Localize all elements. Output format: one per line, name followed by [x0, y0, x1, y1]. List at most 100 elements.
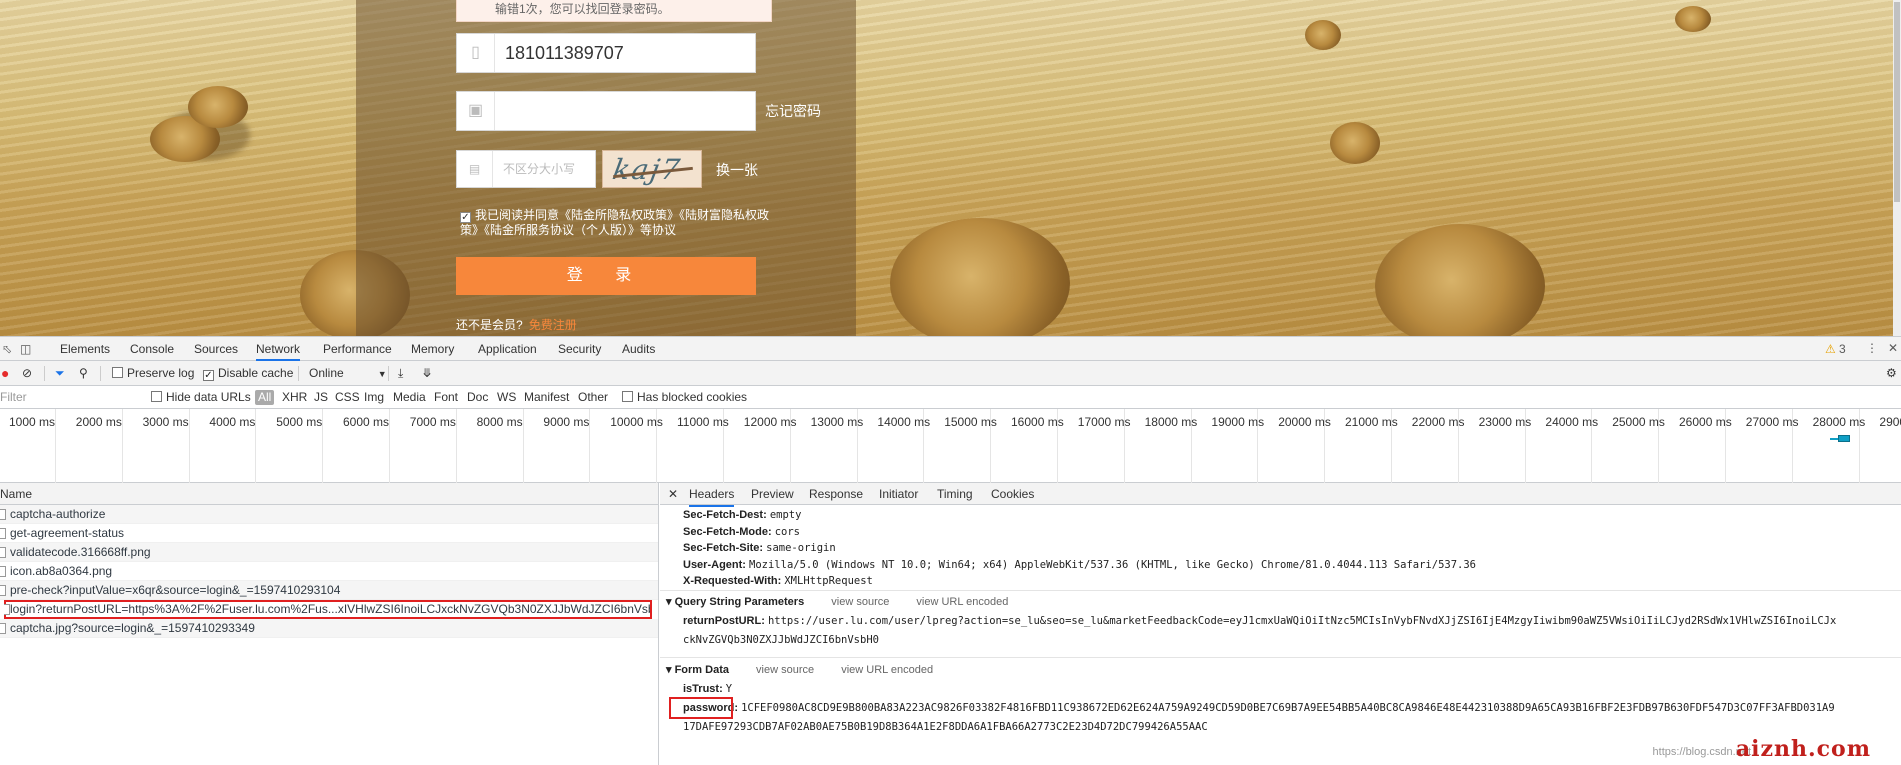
record-icon[interactable]: ● — [1, 361, 9, 385]
form-view-url-encoded-link[interactable]: view URL encoded — [841, 664, 933, 676]
throttling-select[interactable]: Online ▼ — [309, 361, 387, 386]
file-icon — [0, 528, 6, 539]
disable-cache-checkbox[interactable]: ✓ Disable cache — [203, 361, 293, 385]
warning-icon[interactable]: ⚠ — [1825, 342, 1836, 356]
close-details-icon[interactable]: ✕ — [668, 483, 678, 505]
hay-bale-image — [1375, 224, 1545, 336]
tab-console[interactable]: Console — [130, 337, 174, 361]
tab-cookies[interactable]: Cookies — [991, 483, 1034, 505]
file-icon — [0, 585, 6, 596]
query-string-section[interactable]: ▾ Query String Parameters view source vi… — [666, 595, 1008, 608]
timeline-label: 22000 ms — [1411, 415, 1465, 429]
filter-input[interactable]: Filter — [0, 386, 140, 408]
captcha-input[interactable]: ▤ 不区分大小写 — [456, 150, 596, 188]
header-name: Sec-Fetch-Site: — [683, 542, 764, 554]
timeline-label: 26000 ms — [1679, 415, 1732, 429]
settings-gear-icon[interactable]: ⚙ — [1886, 361, 1897, 385]
request-name: get-agreement-status — [10, 526, 125, 540]
preserve-log-checkbox[interactable]: Preserve log — [112, 361, 194, 385]
hide-data-urls-checkbox[interactable]: Hide data URLs — [151, 386, 251, 408]
request-name: icon.ab8a0364.png — [10, 564, 113, 578]
login-button[interactable]: 登 录 — [456, 257, 756, 295]
close-icon[interactable]: ✕ — [1888, 341, 1898, 355]
filter-type-all[interactable]: All — [255, 390, 275, 405]
filter-type-css[interactable]: CSS — [335, 386, 360, 408]
not-member-text: 还不是会员? — [456, 318, 523, 332]
file-icon — [0, 509, 6, 520]
timeline-gridline — [589, 409, 591, 483]
timeline-label: 20000 ms — [1278, 415, 1331, 429]
tab-initiator[interactable]: Initiator — [879, 483, 918, 505]
import-har-icon[interactable]: ⤓ — [398, 361, 403, 385]
query-param-row-continued: ckNvZGVQb3N0ZXJJbWdJZCI6bnVsbH0 — [683, 634, 879, 646]
table-row[interactable]: captcha-authorize — [0, 505, 658, 524]
request-header-row: Sec-Fetch-Mode: cors — [683, 526, 800, 538]
request-name: login?returnPostURL=https%3A%2F%2Fuser.l… — [10, 602, 652, 616]
form-view-source-link[interactable]: view source — [756, 664, 814, 676]
filter-type-ws[interactable]: WS — [497, 386, 516, 408]
tab-network[interactable]: Network — [256, 337, 301, 361]
tab-memory[interactable]: Memory — [411, 337, 454, 361]
captcha-image[interactable]: kaj7 — [602, 150, 702, 188]
phone-input[interactable]: ▯ 181011389707 — [456, 33, 756, 73]
filter-type-other[interactable]: Other — [578, 386, 608, 408]
tab-response[interactable]: Response — [809, 483, 863, 505]
tab-audits[interactable]: Audits — [622, 337, 655, 361]
register-link[interactable]: 免费注册 — [529, 318, 577, 332]
tab-application[interactable]: Application — [478, 337, 537, 361]
tab-preview[interactable]: Preview — [751, 483, 794, 505]
site-watermark: aiznh.com — [1735, 736, 1871, 762]
header-name: Sec-Fetch-Dest: — [683, 509, 767, 521]
table-row[interactable]: captcha.jpg?source=login&_=1597410293349 — [0, 619, 658, 638]
filter-type-media[interactable]: Media — [393, 386, 426, 408]
more-options-icon[interactable]: ⋮ — [1866, 341, 1878, 355]
agreement-checkbox[interactable]: ✓ — [460, 212, 471, 223]
tab-security[interactable]: Security — [558, 337, 601, 361]
timeline-label: 10000 ms — [610, 415, 663, 429]
password-highlight-box — [669, 697, 733, 719]
filter-type-doc[interactable]: Doc — [467, 386, 488, 408]
file-icon — [0, 566, 6, 577]
timeline-label: 8000 ms — [476, 415, 523, 429]
login-error-notice: 输错1次，您可以找回登录密码。 — [456, 0, 772, 22]
form-data-section[interactable]: ▾ Form Data view source view URL encoded — [666, 663, 933, 676]
filter-type-js[interactable]: JS — [314, 386, 328, 408]
table-row[interactable]: pre-check?inputValue=x6qr&source=login&_… — [0, 581, 658, 600]
table-row-selected[interactable]: login?returnPostURL=https%3A%2F%2Fuser.l… — [4, 600, 652, 619]
filter-icon[interactable]: ⏷ — [55, 361, 65, 385]
table-row[interactable]: validatecode.316668ff.png — [0, 543, 658, 562]
query-view-url-encoded-link[interactable]: view URL encoded — [916, 596, 1008, 608]
filter-type-img[interactable]: Img — [364, 386, 384, 408]
refresh-captcha-link[interactable]: 换一张 — [716, 160, 758, 180]
timeline-gridline — [322, 409, 324, 483]
timeline-label: 2000 ms — [75, 415, 122, 429]
forgot-password-link[interactable]: 忘记密码 — [765, 101, 821, 121]
clear-icon[interactable]: ⊘ — [22, 361, 32, 385]
tab-timing[interactable]: Timing — [937, 483, 973, 505]
search-icon[interactable]: ⚲ — [79, 361, 88, 385]
table-row[interactable]: icon.ab8a0364.png — [0, 562, 658, 581]
filter-type-font[interactable]: Font — [434, 386, 458, 408]
tab-sources[interactable]: Sources — [194, 337, 238, 361]
request-list-header[interactable]: Name — [0, 483, 658, 505]
page-scrollbar[interactable] — [1893, 0, 1901, 336]
export-har-icon[interactable]: ⤋ — [422, 361, 432, 385]
blocked-cookies-checkbox[interactable]: Has blocked cookies — [622, 386, 747, 408]
inspect-element-icon[interactable]: ⬁ — [2, 342, 12, 356]
password-input[interactable]: ▣ — [456, 91, 756, 131]
request-details: ✕ Headers Preview Response Initiator Tim… — [660, 483, 1901, 765]
tab-performance[interactable]: Performance — [323, 337, 392, 361]
hay-bale-image — [1675, 6, 1711, 32]
network-timeline-overview[interactable]: 1000 ms 2000 ms 3000 ms 4000 ms 5000 ms 6000 … — [0, 409, 1901, 483]
warning-count[interactable]: 3 — [1839, 342, 1846, 356]
query-view-source-link[interactable]: view source — [831, 596, 889, 608]
device-toolbar-icon[interactable]: ◫ — [20, 342, 31, 356]
filter-type-xhr[interactable]: XHR — [282, 386, 307, 408]
tab-elements[interactable]: Elements — [60, 337, 110, 361]
lock-icon: ▣ — [457, 92, 495, 130]
tab-headers[interactable]: Headers — [689, 483, 735, 507]
filter-type-manifest[interactable]: Manifest — [524, 386, 569, 408]
timeline-gridline — [188, 409, 190, 483]
table-row[interactable]: get-agreement-status — [0, 524, 658, 543]
agreement-row: ✓ 我已阅读并同意《陆金所隐私权政策》《陆财富隐私权政策》《陆金所服务协议（个人版… — [460, 208, 780, 238]
